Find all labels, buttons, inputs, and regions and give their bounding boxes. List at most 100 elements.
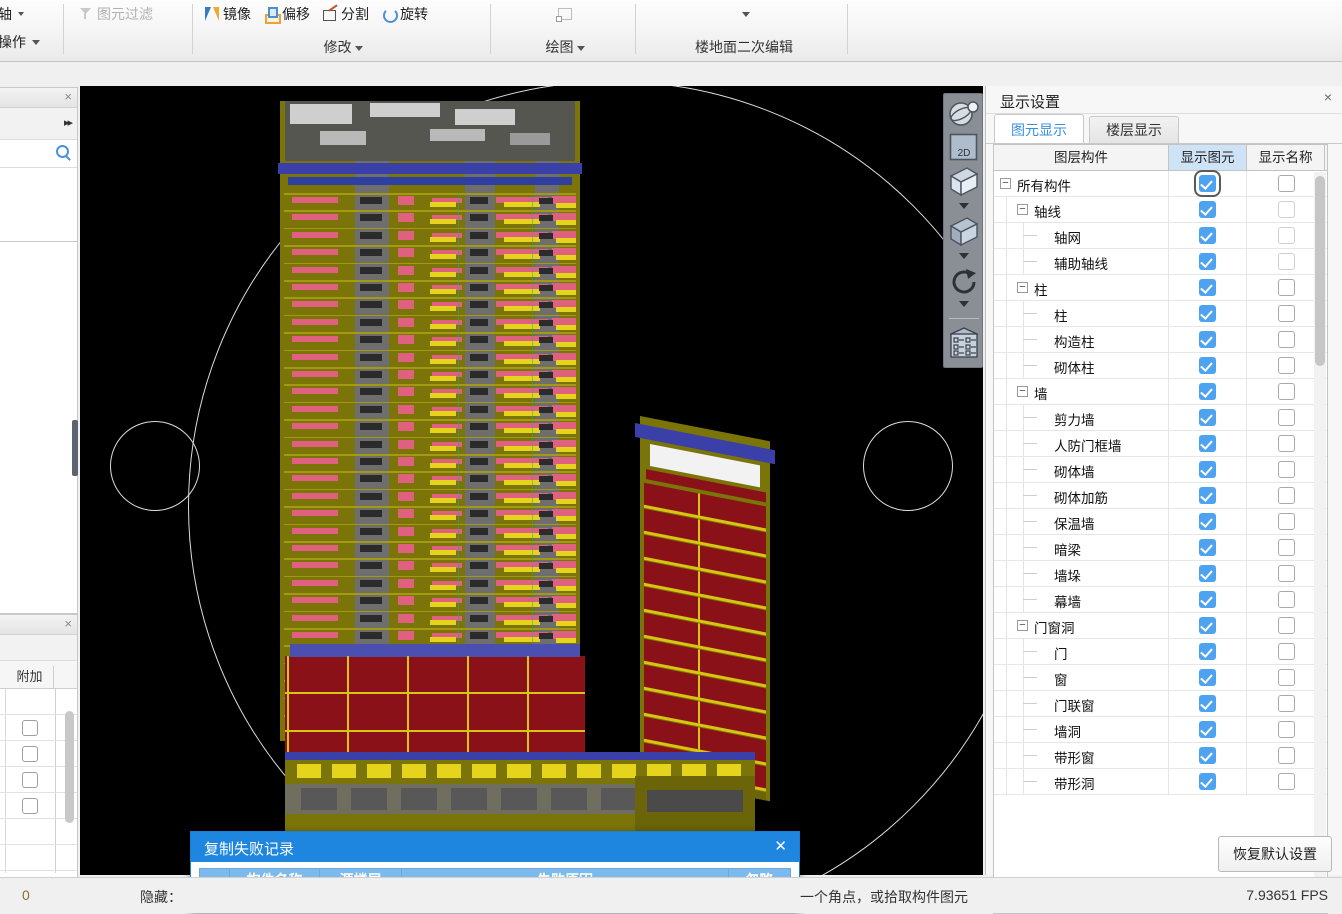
show-element-checkbox[interactable] <box>1199 565 1216 582</box>
show-element-checkbox[interactable] <box>1199 617 1216 634</box>
show-name-checkbox[interactable] <box>1277 695 1295 712</box>
layer-row[interactable]: − 所有构件 <box>994 170 1327 197</box>
layer-row[interactable]: 墙垛 <box>994 561 1327 587</box>
chevron-down-icon[interactable] <box>741 11 750 17</box>
layer-row[interactable]: 窗 <box>994 665 1327 691</box>
layer-row[interactable]: 门联窗 <box>994 691 1327 717</box>
show-element-checkbox[interactable] <box>1199 747 1216 764</box>
show-element-cell[interactable] <box>1169 353 1247 378</box>
modify-group-caption[interactable]: 修改 <box>198 37 488 57</box>
expander-icon[interactable]: − <box>1017 386 1028 397</box>
chevron-down-icon[interactable] <box>354 45 363 51</box>
show-name-checkbox[interactable] <box>1277 305 1295 322</box>
show-element-cell[interactable] <box>1169 665 1247 690</box>
expander-icon[interactable]: − <box>1017 282 1028 293</box>
show-name-checkbox[interactable] <box>1277 747 1295 764</box>
show-element-cell[interactable] <box>1169 431 1247 456</box>
close-icon[interactable]: ✕ <box>774 837 787 855</box>
show-name-checkbox[interactable] <box>1277 435 1295 452</box>
show-element-checkbox[interactable] <box>1199 487 1216 504</box>
column-header-show-element[interactable]: 显示图元 <box>1169 145 1247 170</box>
chevron-down-icon[interactable] <box>959 203 969 209</box>
show-name-checkbox[interactable] <box>1277 253 1295 270</box>
expand-icon[interactable]: ▸▸ <box>64 116 73 129</box>
model-viewport-3d[interactable]: X Z Y <box>80 86 983 875</box>
show-element-cell[interactable] <box>1169 275 1247 300</box>
dialog-titlebar[interactable]: 复制失败记录 ✕ <box>191 832 799 862</box>
attach-checkbox[interactable] <box>22 746 38 762</box>
show-name-checkbox[interactable] <box>1277 409 1295 426</box>
show-element-checkbox[interactable] <box>1199 383 1216 400</box>
show-element-checkbox[interactable] <box>1199 201 1216 218</box>
show-name-checkbox[interactable] <box>1277 513 1295 530</box>
show-element-cell[interactable] <box>1169 535 1247 560</box>
wireframe-box-icon[interactable] <box>948 165 980 199</box>
show-element-cell[interactable] <box>1169 769 1247 794</box>
attach-checkbox[interactable] <box>22 798 38 814</box>
show-element-checkbox[interactable] <box>1194 170 1221 197</box>
layer-row[interactable]: 砌体柱 <box>994 353 1327 379</box>
show-element-cell[interactable] <box>1169 170 1247 197</box>
show-element-cell[interactable] <box>1169 717 1247 742</box>
show-element-checkbox[interactable] <box>1199 331 1216 348</box>
layer-row[interactable]: − 柱 <box>994 275 1327 301</box>
layer-row[interactable]: 柱 <box>994 301 1327 327</box>
show-element-cell[interactable] <box>1169 483 1247 508</box>
layer-row[interactable]: 带形洞 <box>994 769 1327 795</box>
show-element-checkbox[interactable] <box>1199 643 1216 660</box>
display-settings-icon[interactable] <box>948 326 980 360</box>
show-name-checkbox[interactable] <box>1277 227 1295 244</box>
show-element-checkbox[interactable] <box>1199 591 1216 608</box>
show-name-checkbox[interactable] <box>1277 461 1295 478</box>
ribbon-item-element-filter[interactable]: 图元过滤 <box>74 3 157 25</box>
ribbon-item-rect-draw[interactable] <box>553 5 577 23</box>
panel-resize-handle[interactable] <box>72 420 78 476</box>
show-name-checkbox[interactable] <box>1277 617 1295 634</box>
show-element-cell[interactable] <box>1169 301 1247 326</box>
show-name-checkbox[interactable] <box>1277 669 1295 686</box>
show-element-checkbox[interactable] <box>1199 773 1216 790</box>
scrollbar-thumb[interactable] <box>65 711 74 823</box>
layer-row[interactable]: 构造柱 <box>994 327 1327 353</box>
attach-scrollbar[interactable] <box>65 693 74 867</box>
expander-icon[interactable]: − <box>1017 204 1028 215</box>
chevron-down-icon[interactable] <box>959 301 969 307</box>
ribbon-item-mirror[interactable]: 镜像 <box>200 3 255 25</box>
show-element-cell[interactable] <box>1169 249 1247 274</box>
show-name-checkbox[interactable] <box>1277 201 1295 218</box>
show-name-checkbox[interactable] <box>1277 591 1295 608</box>
search-row[interactable] <box>0 140 77 168</box>
search-icon[interactable] <box>56 145 69 158</box>
chevron-down-icon[interactable] <box>959 253 969 259</box>
layer-row[interactable]: 幕墙 <box>994 587 1327 613</box>
draw-group-caption[interactable]: 绘图 <box>496 37 634 57</box>
column-header-show-name[interactable]: 显示名称 <box>1247 145 1325 170</box>
show-element-checkbox[interactable] <box>1199 435 1216 452</box>
show-element-cell[interactable] <box>1169 457 1247 482</box>
tab-floor-display[interactable]: 楼层显示 <box>1089 116 1179 144</box>
layer-row[interactable]: 人防门框墙 <box>994 431 1327 457</box>
ribbon-item-split[interactable]: 分割 <box>318 3 373 25</box>
ribbon-item-common-ops[interactable]: 用操作 <box>0 31 44 53</box>
show-element-cell[interactable] <box>1169 613 1247 638</box>
close-icon[interactable]: × <box>64 90 72 104</box>
chevron-down-icon[interactable] <box>18 12 24 16</box>
show-name-checkbox[interactable] <box>1277 383 1295 400</box>
show-element-cell[interactable] <box>1169 197 1247 222</box>
show-name-checkbox[interactable] <box>1277 175 1295 192</box>
column-header-layer[interactable]: 图层构件 <box>994 145 1169 170</box>
show-element-cell[interactable] <box>1169 561 1247 586</box>
layer-row[interactable]: 剪力墙 <box>994 405 1327 431</box>
ribbon-item-floor-dropdown[interactable] <box>735 11 754 18</box>
expander-icon[interactable]: − <box>1017 620 1028 631</box>
close-icon[interactable]: × <box>1324 89 1332 105</box>
show-name-checkbox[interactable] <box>1277 721 1295 738</box>
ribbon-item-offset[interactable]: 偏移 <box>259 3 314 25</box>
show-element-checkbox[interactable] <box>1199 279 1216 296</box>
show-element-checkbox[interactable] <box>1199 227 1216 244</box>
show-name-checkbox[interactable] <box>1277 487 1295 504</box>
restore-defaults-button[interactable]: 恢复默认设置 <box>1218 836 1332 872</box>
2d-view-icon[interactable]: 2D <box>948 132 980 162</box>
expander-icon[interactable]: − <box>1000 178 1011 189</box>
show-element-cell[interactable] <box>1169 743 1247 768</box>
